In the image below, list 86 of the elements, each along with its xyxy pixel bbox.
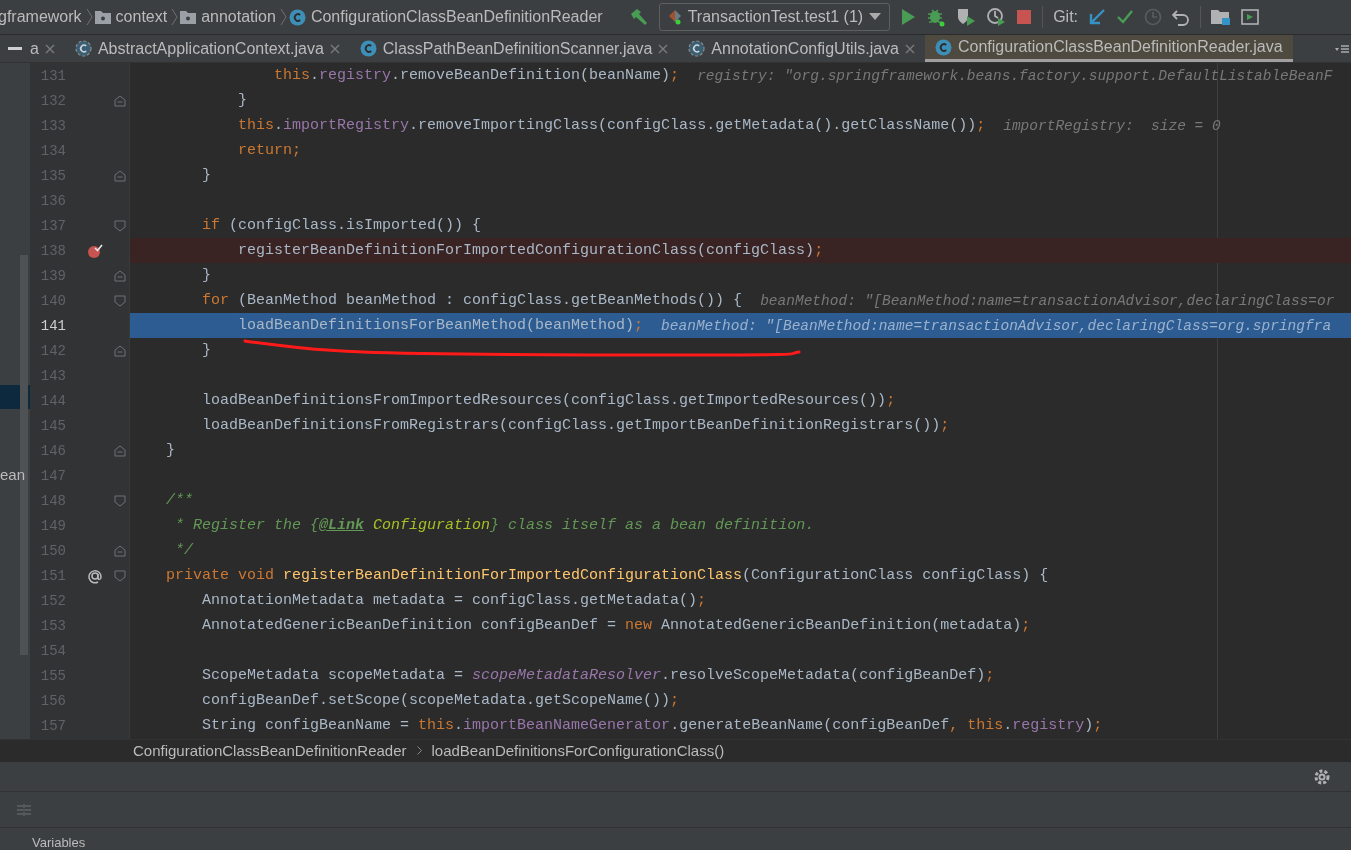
path-label: ConfigurationClassBeanDefinitionReader — [310, 8, 603, 26]
inline-value-hint: registry: "org.springframework.beans.factory.support.DefaultListableBeanF — [697, 67, 1333, 84]
inline-value-hint: importRegistry: size = 0 — [1003, 117, 1221, 134]
code-line: loadBeanDefinitionsFromImportedResources(configClass.getImportedResources()); — [201, 392, 896, 409]
code-line: } — [165, 442, 175, 459]
clock-run-icon[interactable] — [986, 7, 1007, 27]
class-icon — [359, 40, 377, 57]
fold-icon[interactable] — [114, 444, 126, 457]
code-line: private void registerBeanDefinitionForImportedConfigurationClass(ConfigurationClass configClass) { — [165, 567, 1049, 584]
variables-tab[interactable]: Variables — [32, 835, 86, 850]
fold-icon[interactable] — [114, 494, 126, 507]
close-icon[interactable] — [905, 43, 915, 54]
fold-icon[interactable] — [114, 219, 126, 232]
file-tab[interactable]: ClassPathBeanDefinitionScanner.java — [349, 35, 679, 62]
code-line: this.registry.removeBeanDefinition(beanName); — [273, 67, 680, 84]
inline-value-hint: beanMethod: "[BeanMethod:name=transactionAdvisor,declaringClass=or — [760, 292, 1335, 309]
path-label: context — [115, 8, 168, 26]
close-icon[interactable] — [329, 43, 340, 54]
fold-icon[interactable] — [114, 344, 126, 357]
code-line: } — [201, 342, 211, 359]
line-number: 141 — [39, 317, 66, 334]
file-tab[interactable]: a — [30, 35, 65, 62]
code-line: if (configClass.isImported()) { — [201, 217, 482, 234]
code-line: } — [201, 167, 211, 184]
fold-icon[interactable] — [114, 294, 126, 307]
window-run-icon[interactable] — [1241, 8, 1259, 26]
breadcrumb-item[interactable]: loadBeanDefinitionsForConfigurationClass() — [431, 742, 725, 759]
code-line: configBeanDef.setScope(scopeMetadata.getScopeName()); — [201, 692, 680, 709]
code-line: } — [237, 92, 248, 109]
code-line: loadBeanDefinitionsFromRegistrars(configClass.getImportBeanDefinitionRegistrars()); — [201, 417, 950, 434]
run-icon[interactable] — [900, 8, 917, 26]
chevron-icon — [85, 8, 93, 26]
code-line: } — [201, 267, 211, 284]
folder-icon[interactable] — [1211, 8, 1231, 26]
code-line: AnnotationMetadata metadata = configClass.getMetadata(); — [201, 592, 707, 609]
fold-icon[interactable] — [114, 269, 126, 282]
fold-icon[interactable] — [114, 169, 126, 182]
code-line: loadBeanDefinitionsForBeanMethod(beanMethod); — [237, 317, 644, 334]
hammer-icon[interactable] — [628, 8, 649, 26]
clock-icon[interactable] — [1144, 8, 1162, 26]
folder-icon — [94, 10, 111, 24]
abstract-class-icon — [74, 40, 92, 57]
fold-icon[interactable] — [114, 569, 126, 582]
stop-icon[interactable] — [1016, 9, 1033, 25]
file-tab[interactable]: ConfigurationClassBeanDefinitionReader.java — [925, 35, 1293, 62]
close-icon[interactable] — [658, 43, 669, 54]
chevron-icon — [416, 746, 422, 755]
code-line: String configBeanName = this.importBeanNameGenerator.generateBeanName(configBeanDef, this.registry); — [201, 717, 1103, 734]
close-icon[interactable] — [44, 43, 55, 54]
code-line: ScopeMetadata scopeMetadata = scopeMetadataResolver.resolveScopeMetadata(configBeanDef); — [201, 667, 995, 684]
code-line: /** — [165, 492, 193, 509]
caret-icon — [869, 13, 882, 21]
folder-icon — [180, 10, 197, 24]
code-line: registerBeanDefinitionForImportedConfigurationClass(configClass); — [237, 242, 824, 259]
at-sign-icon[interactable] — [87, 567, 103, 584]
test-config-icon — [667, 9, 682, 25]
code-line: this.importRegistry.removeImportingClass(configClass.getMetadata().getClassName()); — [237, 117, 986, 134]
code-line: AnnotatedGenericBeanDefinition configBeanDef = new AnnotatedGenericBeanDefinition(metadata); — [201, 617, 1031, 634]
code-line: return; — [237, 142, 302, 159]
arrow-icon[interactable] — [1088, 8, 1106, 26]
abstract-class-icon — [688, 40, 706, 57]
check-icon[interactable] — [1116, 8, 1134, 26]
fold-icon[interactable] — [114, 544, 126, 557]
shield-run-icon[interactable] — [956, 7, 977, 27]
settings-icon[interactable] — [1313, 767, 1331, 786]
breakpoint-icon[interactable] — [87, 242, 103, 259]
git-label: Git: — [1053, 8, 1078, 26]
fold-icon[interactable] — [114, 94, 126, 107]
code-line: */ — [174, 542, 193, 559]
breadcrumb-item[interactable]: ConfigurationClassBeanDefinitionReader — [133, 742, 407, 759]
file-tab[interactable]: AbstractApplicationContext.java — [64, 35, 350, 62]
code-line: * Register the {@Link Configuration} class itself as a bean definition. — [174, 517, 815, 534]
path-label: annotation — [201, 8, 276, 26]
run-configuration-dropdown[interactable]: TransactionTest.test1 (1) — [658, 3, 891, 31]
layout-icon[interactable] — [16, 802, 32, 817]
inline-value-hint: beanMethod: "[BeanMethod:name=transactionAdvisor,declaringClass=org.springfra — [661, 317, 1332, 334]
class-icon — [935, 38, 952, 56]
file-tab[interactable]: AnnotationConfigUtils.java — [678, 35, 925, 62]
chevron-icon — [171, 8, 179, 26]
tab-list-icon[interactable] — [1335, 43, 1349, 54]
class-icon — [288, 8, 306, 26]
code-line: for (BeanMethod beanMethod : configClass.getBeanMethods()) { — [201, 292, 743, 309]
panel-text: ean — [0, 466, 26, 483]
chevron-icon — [279, 8, 287, 26]
undo-icon[interactable] — [1172, 8, 1190, 26]
bug-icon[interactable] — [926, 7, 947, 27]
